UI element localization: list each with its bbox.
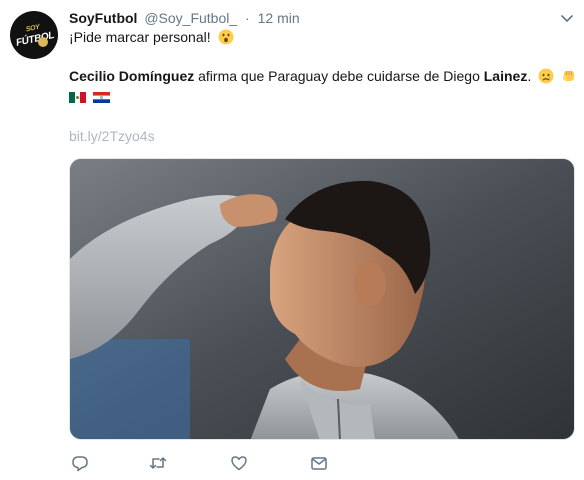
avatar[interactable]: SOY FÚTBOL [10, 11, 58, 59]
paraguay-flag-icon [92, 92, 110, 103]
mexico-flag-icon [69, 92, 86, 103]
tweet-link-line: bit.ly/2Tzyo4s [69, 127, 155, 145]
tweet-text: ¡Pide marcar personal! [69, 29, 211, 45]
like-button[interactable] [230, 454, 250, 474]
mention-lainez: Lainez [483, 68, 528, 84]
tweet-header: SoyFutbol @Soy_Futbol_ · 12 min [69, 9, 300, 27]
flags-line [69, 88, 113, 106]
separator: · [245, 10, 250, 26]
like-icon [231, 456, 247, 471]
retweet-icon [149, 457, 167, 469]
chevron-down-icon[interactable] [560, 11, 574, 25]
tweet-link[interactable]: bit.ly/2Tzyo4s [69, 128, 155, 144]
timestamp[interactable]: 12 min [258, 10, 300, 26]
retweet-button[interactable] [149, 454, 169, 474]
reply-button[interactable] [71, 454, 91, 474]
avatar-logo-text: SOY FÚTBOL [15, 23, 56, 49]
tweet-photo[interactable] [69, 158, 575, 440]
reply-icon [72, 456, 88, 472]
soccer-ball-icon [38, 37, 48, 47]
tweet-actions [69, 454, 369, 474]
author-name[interactable]: SoyFutbol [69, 10, 137, 26]
raised-fist-icon [563, 71, 574, 81]
author-handle[interactable]: @Soy_Futbol_ [144, 10, 237, 26]
tweet-text: . [527, 68, 532, 84]
tweet-text: afirma que Paraguay debe cuidarse de Die… [194, 68, 484, 84]
direct-message-button[interactable] [310, 454, 330, 474]
worried-face-icon [538, 68, 554, 84]
surprised-face-icon [218, 29, 234, 45]
tweet-text-line-1: ¡Pide marcar personal! [69, 28, 234, 46]
message-icon [311, 457, 327, 470]
tweet-text-line-2: Cecilio Domínguez afirma que Paraguay de… [69, 67, 577, 85]
mention-cecilio: Cecilio Domínguez [69, 68, 195, 84]
player-photo [70, 159, 574, 439]
